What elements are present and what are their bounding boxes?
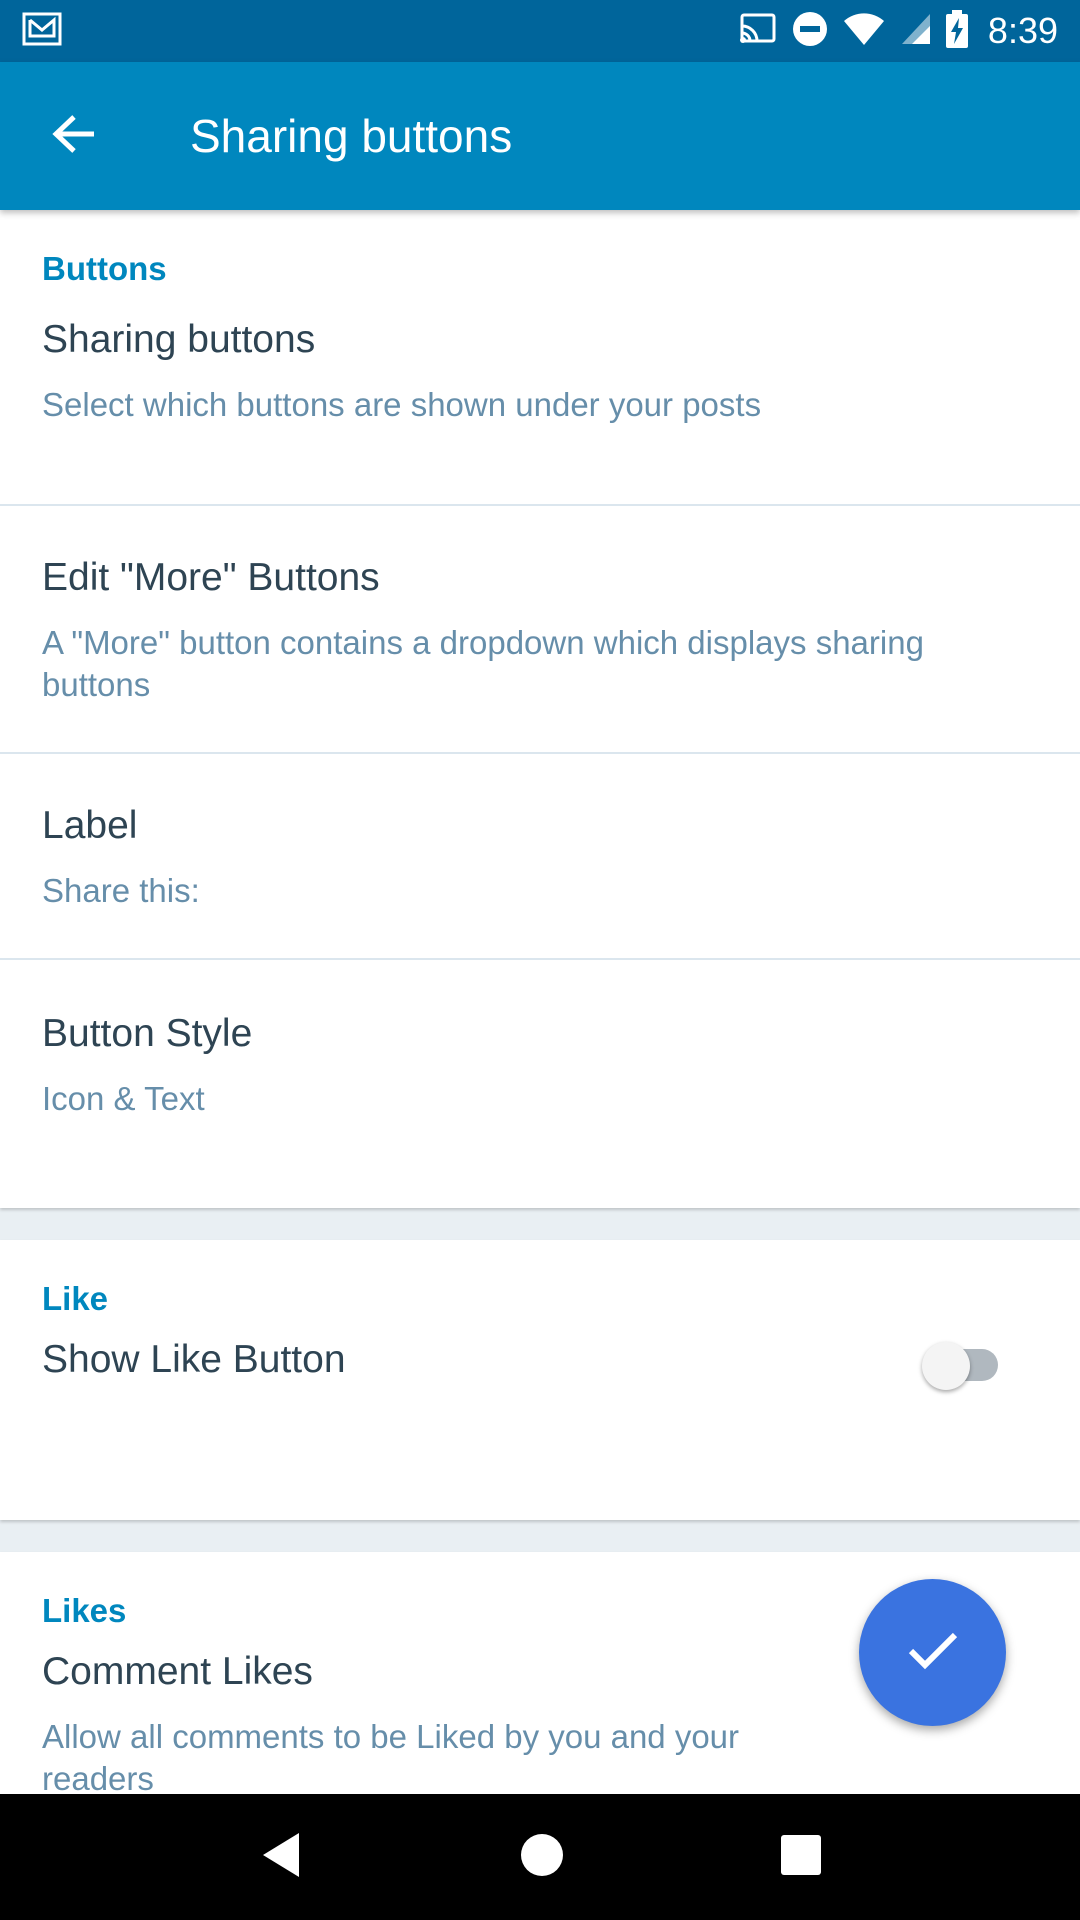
signal-icon bbox=[900, 12, 932, 51]
wifi-icon bbox=[842, 12, 886, 51]
label-item[interactable]: Label Share this: bbox=[0, 754, 1080, 960]
navigation-bar bbox=[0, 1794, 1080, 1920]
home-circle-icon[interactable] bbox=[520, 1833, 564, 1882]
buttons-card: Buttons Sharing buttons Select which but… bbox=[0, 210, 1080, 1208]
save-fab-button[interactable] bbox=[859, 1579, 1006, 1726]
item-title: Show Like Button bbox=[42, 1338, 346, 1381]
sharing-buttons-item[interactable]: Sharing buttons Select which buttons are… bbox=[0, 300, 1080, 506]
show-like-button-item[interactable]: Show Like Button bbox=[0, 1330, 1080, 1520]
item-summary: Icon & Text bbox=[42, 1080, 205, 1117]
item-summary: Select which buttons are shown under you… bbox=[42, 386, 762, 423]
item-title: Edit "More" Buttons bbox=[42, 556, 380, 599]
item-title: Label bbox=[42, 804, 138, 847]
section-title-like: Like bbox=[42, 1280, 109, 1317]
status-bar: 8:39 bbox=[0, 0, 1080, 62]
back-button[interactable] bbox=[0, 62, 148, 210]
back-triangle-icon[interactable] bbox=[259, 1831, 303, 1884]
battery-charging-icon bbox=[945, 9, 968, 53]
item-title: Sharing buttons bbox=[42, 318, 316, 361]
button-style-item[interactable]: Button Style Icon & Text bbox=[0, 960, 1080, 1208]
edit-more-buttons-item[interactable]: Edit "More" Buttons A "More" button cont… bbox=[0, 506, 1080, 754]
app-bar: Sharing buttons bbox=[0, 62, 1080, 210]
item-summary: Share this: bbox=[42, 872, 200, 909]
item-summary: A "More" button contains a dropdown whic… bbox=[42, 624, 924, 703]
item-summary: Allow all comments to be Liked by you an… bbox=[42, 1718, 740, 1794]
cast-icon bbox=[738, 13, 778, 50]
gmail-icon bbox=[22, 12, 62, 51]
item-title: Button Style bbox=[42, 1012, 253, 1055]
show-like-toggle[interactable] bbox=[922, 1342, 1008, 1390]
page-title: Sharing buttons bbox=[190, 110, 513, 162]
clock: 8:39 bbox=[987, 10, 1058, 51]
section-title-buttons: Buttons bbox=[42, 250, 167, 287]
settings-list[interactable]: Buttons Sharing buttons Select which but… bbox=[0, 210, 1080, 1794]
toggle-thumb bbox=[922, 1342, 970, 1390]
check-icon bbox=[907, 1630, 959, 1675]
do-not-disturb-icon bbox=[792, 11, 828, 52]
recents-square-icon[interactable] bbox=[781, 1834, 822, 1880]
like-card: Like Show Like Button bbox=[0, 1240, 1080, 1520]
arrow-back-icon bbox=[52, 114, 96, 159]
